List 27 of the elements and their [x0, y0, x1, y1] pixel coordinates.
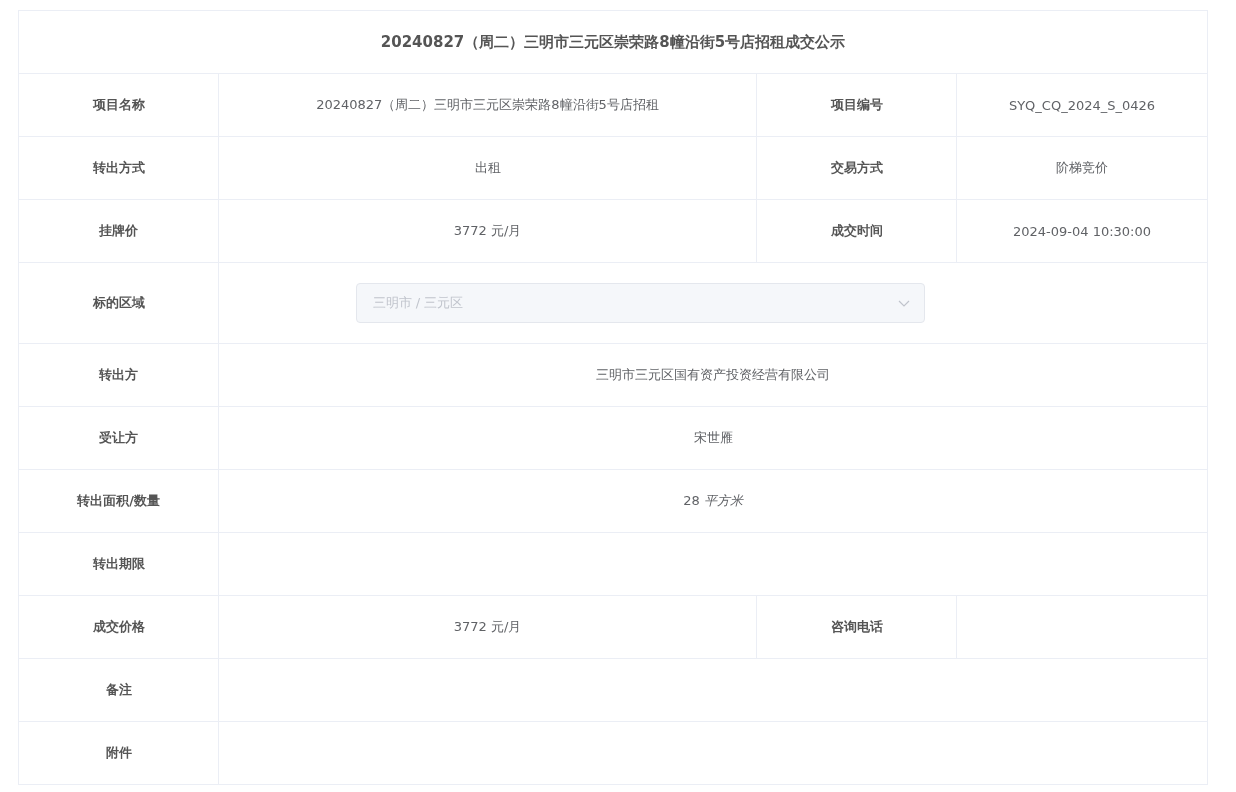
field-value: 出租 — [474, 159, 501, 177]
field-label: 转出方式 — [92, 159, 145, 177]
field-value: 20240827（周二）三明市三元区崇荣路8幢沿街5号店招租 — [316, 96, 659, 114]
field-value: 阶梯竞价 — [1056, 159, 1108, 177]
field-label: 咨询电话 — [830, 618, 883, 636]
field-label: 转出面积/数量 — [77, 492, 160, 510]
field-label: 成交价格 — [92, 618, 145, 636]
field-label: 成交时间 — [830, 222, 883, 240]
field-label: 附件 — [105, 744, 132, 762]
field-label: 交易方式 — [830, 159, 883, 177]
field-label: 转出期限 — [92, 555, 145, 573]
field-label: 备注 — [105, 681, 132, 699]
field-label: 项目编号 — [830, 96, 883, 114]
field-value: 3772 元/月 — [453, 618, 522, 636]
field-value: 28 平方米 — [683, 492, 743, 510]
field-value: 2024-09-04 10:30:00 — [1012, 223, 1152, 239]
chevron-down-icon — [897, 299, 910, 307]
field-value: SYQ_CQ_2024_S_0426 — [1008, 97, 1156, 113]
field-value: 宋世雁 — [693, 429, 733, 447]
field-label: 标的区域 — [92, 294, 145, 312]
field-label: 转出方 — [99, 366, 138, 384]
field-value: 3772 元/月 — [453, 222, 522, 240]
field-label: 挂牌价 — [99, 222, 138, 240]
field-label: 项目名称 — [92, 96, 145, 114]
page-title: 20240827（周二）三明市三元区崇荣路8幢沿街5号店招租成交公示 — [380, 32, 846, 52]
field-value: 三明市三元区国有资产投资经营有限公司 — [596, 366, 830, 384]
field-label: 受让方 — [99, 429, 138, 447]
